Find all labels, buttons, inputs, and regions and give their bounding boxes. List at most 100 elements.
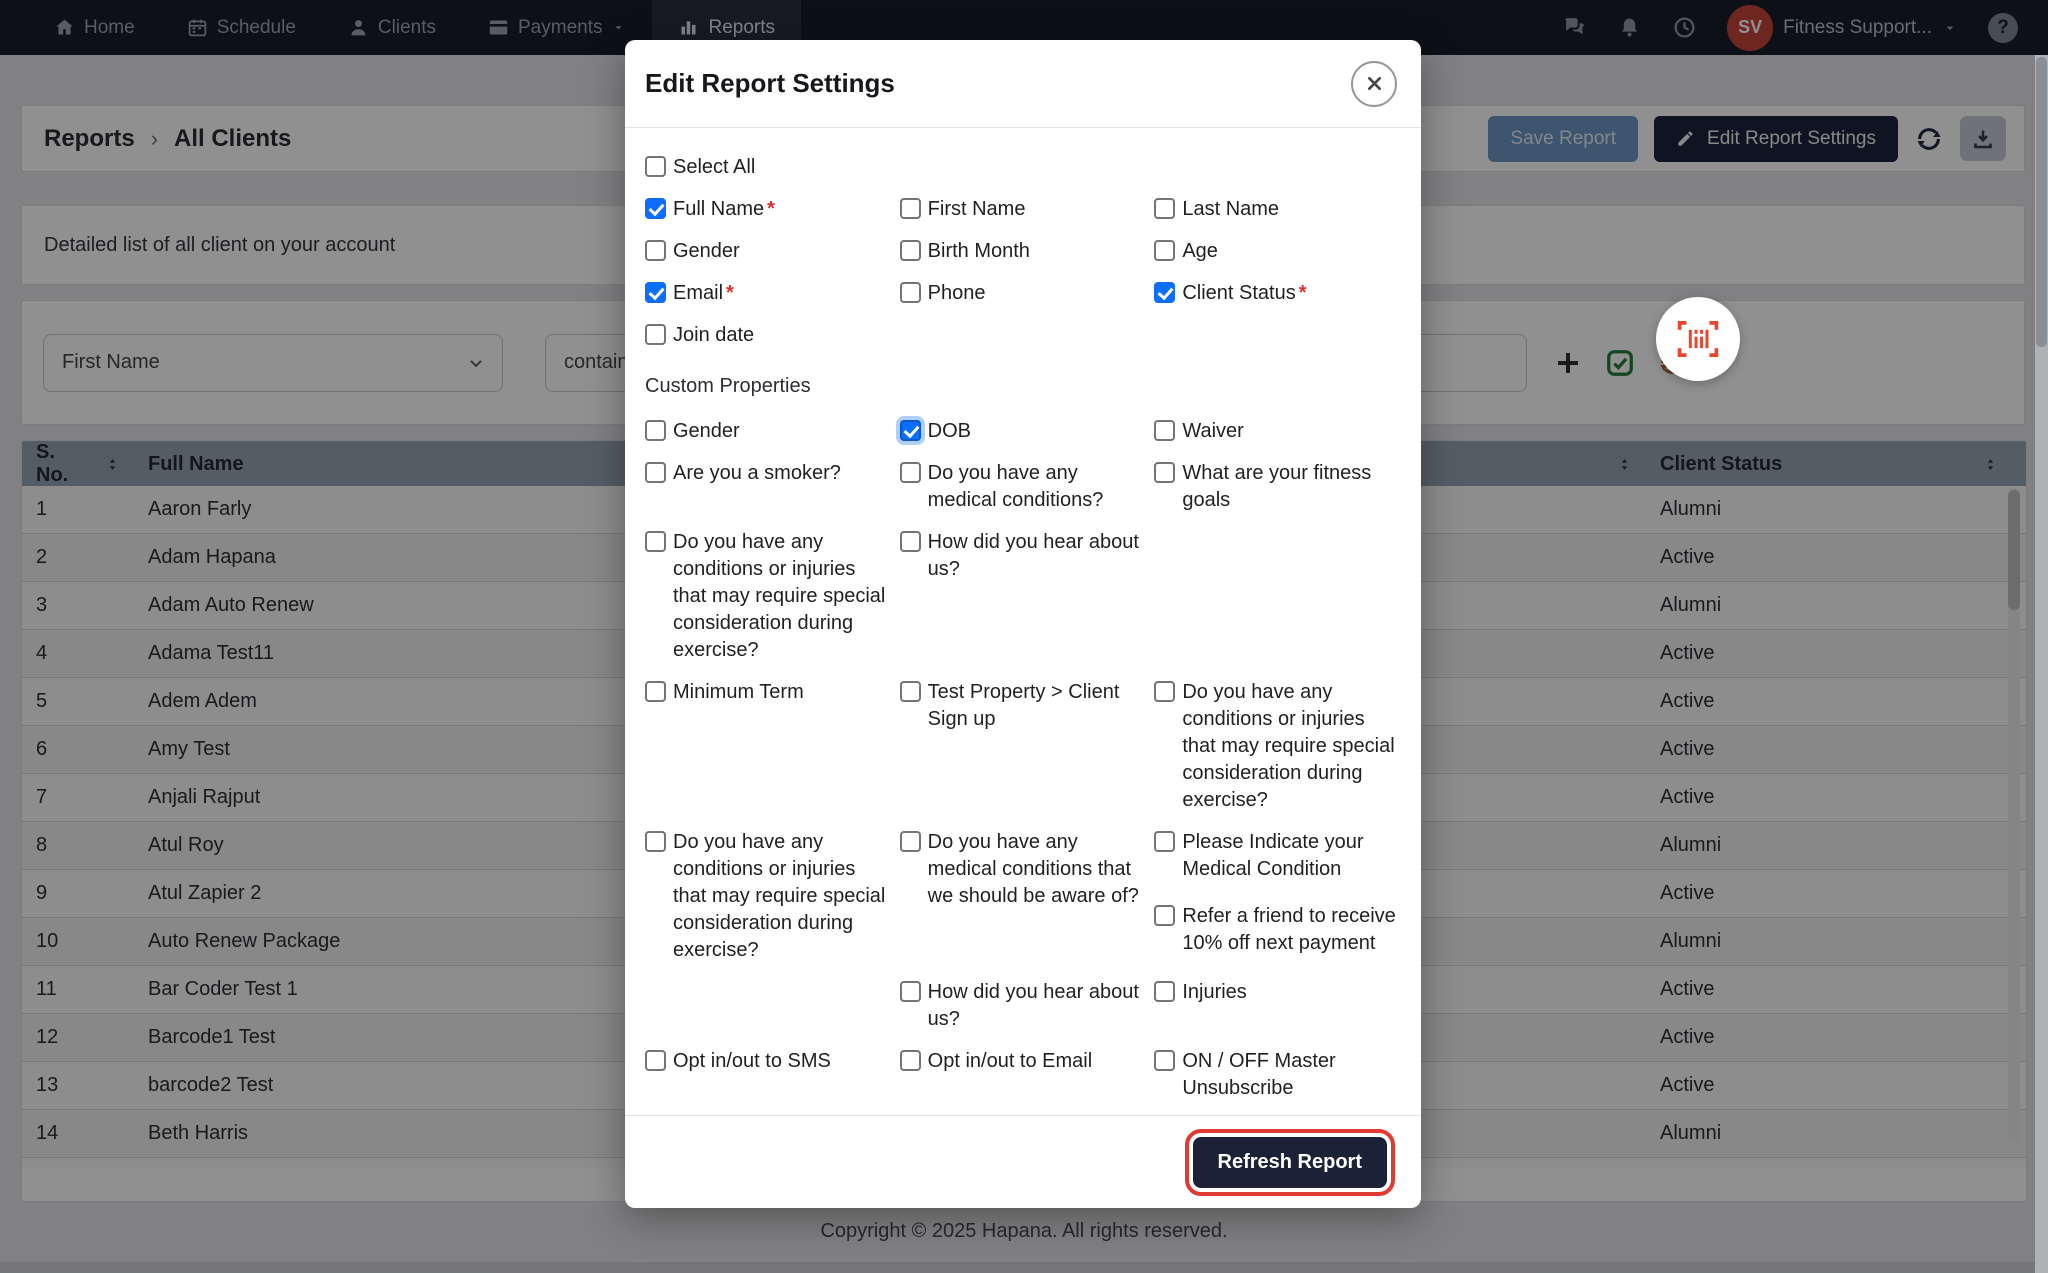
required-asterisk: *: [726, 282, 734, 304]
checkbox-label: Age: [1182, 238, 1218, 265]
checkbox-dob[interactable]: DOB: [900, 418, 1145, 445]
checkbox-label: Phone: [928, 280, 986, 307]
field-row: Email* Phone Client Status*: [645, 280, 1401, 307]
checkbox-box: [1154, 681, 1175, 702]
field-row: How did you hear about us? Injuries: [645, 979, 1401, 1033]
checkbox-label: Injuries: [1182, 979, 1246, 1006]
checkbox-client-status[interactable]: Client Status*: [1154, 280, 1399, 307]
checkbox-first-name[interactable]: First Name: [900, 196, 1145, 223]
page-scrollbar-thumb[interactable]: [2036, 57, 2047, 347]
checkbox-box: [900, 681, 921, 702]
checkbox-box: [645, 324, 666, 345]
checkbox-conditions-injuries-3[interactable]: Do you have any conditions or injuries t…: [645, 829, 890, 964]
checkbox-refer-friend[interactable]: Refer a friend to receive 10% off next p…: [1154, 903, 1399, 957]
checkbox-label: How did you hear about us?: [928, 529, 1145, 583]
edit-report-settings-modal: Edit Report Settings Select All Full Nam…: [625, 40, 1421, 1208]
checkbox-box: [900, 240, 921, 261]
checkbox-gender[interactable]: Gender: [645, 238, 890, 265]
checkbox-label: Do you have any conditions or injuries t…: [673, 829, 890, 964]
checkbox-label: First Name: [928, 196, 1026, 223]
checkbox-box: [900, 198, 921, 219]
checkbox-smoker[interactable]: Are you a smoker?: [645, 460, 890, 514]
checkbox-medical-aware[interactable]: Do you have any medical conditions that …: [900, 829, 1145, 964]
checkbox-join-date[interactable]: Join date: [645, 322, 890, 349]
checkbox-label: Opt in/out to SMS: [673, 1048, 831, 1075]
field-row: Join date: [645, 322, 1401, 349]
checkbox-full-name[interactable]: Full Name*: [645, 196, 890, 223]
checkbox-box: [1154, 198, 1175, 219]
stacked-cell: Please Indicate your Medical Condition R…: [1154, 829, 1401, 964]
checkbox-box: [900, 420, 921, 441]
checkbox-box: [645, 681, 666, 702]
checkbox-box: [1154, 282, 1175, 303]
checkbox-label: Opt in/out to Email: [928, 1048, 1093, 1075]
modal-footer: Refresh Report: [625, 1115, 1421, 1208]
checkbox-phone[interactable]: Phone: [900, 280, 1145, 307]
checkbox-label: Last Name: [1182, 196, 1279, 223]
field-row: Select All: [645, 154, 1401, 181]
field-row: Are you a smoker? Do you have any medica…: [645, 460, 1401, 514]
checkbox-minimum-term[interactable]: Minimum Term: [645, 679, 890, 814]
checkbox-fitness-goals[interactable]: What are your fitness goals: [1154, 460, 1399, 514]
checkbox-label: Minimum Term: [673, 679, 804, 706]
checkbox-label: Do you have any medical conditions?: [928, 460, 1145, 514]
refresh-report-button[interactable]: Refresh Report: [1193, 1137, 1387, 1188]
checkbox-master-unsubscribe[interactable]: ON / OFF Master Unsubscribe: [1154, 1048, 1399, 1102]
checkbox-label: Test Property > Client Sign up: [928, 679, 1145, 733]
empty-cell: [1154, 529, 1401, 664]
checkbox-box: [645, 1050, 666, 1071]
checkbox-label: What are your fitness goals: [1182, 460, 1399, 514]
checkbox-box: [900, 981, 921, 1002]
checkbox-label: Gender: [673, 418, 740, 445]
field-row: Gender Birth Month Age: [645, 238, 1401, 265]
checkbox-box: [1154, 831, 1175, 852]
checkbox-label: DOB: [928, 418, 971, 445]
checkbox-box: [900, 531, 921, 552]
checkbox-box: [645, 282, 666, 303]
checkbox-label: Full Name*: [673, 196, 775, 223]
checkbox-conditions-injuries-1[interactable]: Do you have any conditions or injuries t…: [645, 529, 890, 664]
checkbox-label: Do you have any conditions or injuries t…: [673, 529, 890, 664]
checkbox-label: Do you have any conditions or injuries t…: [1182, 679, 1399, 814]
checkbox-label: Gender: [673, 238, 740, 265]
checkbox-birth-month[interactable]: Birth Month: [900, 238, 1145, 265]
app-screen: Home Schedule Clients Payments Reports: [0, 0, 2048, 1273]
checkbox-label: Select All: [673, 154, 755, 181]
required-asterisk: *: [1299, 282, 1307, 304]
custom-properties-heading: Custom Properties: [645, 375, 1401, 398]
checkbox-select-all[interactable]: Select All: [645, 154, 890, 181]
field-row: Do you have any conditions or injuries t…: [645, 829, 1401, 964]
checkbox-label: Client Status*: [1182, 280, 1306, 307]
checkbox-email[interactable]: Email*: [645, 280, 890, 307]
checkbox-conditions-injuries-2[interactable]: Do you have any conditions or injuries t…: [1154, 679, 1399, 814]
checkbox-box: [1154, 905, 1175, 926]
checkbox-box: [645, 531, 666, 552]
checkbox-box: [900, 462, 921, 483]
checkbox-waiver[interactable]: Waiver: [1154, 418, 1399, 445]
checkbox-custom-gender[interactable]: Gender: [645, 418, 890, 445]
checkbox-medical-conditions[interactable]: Do you have any medical conditions?: [900, 460, 1145, 514]
checkbox-opt-sms[interactable]: Opt in/out to SMS: [645, 1048, 890, 1102]
modal-close-button[interactable]: [1351, 61, 1397, 107]
checkbox-last-name[interactable]: Last Name: [1154, 196, 1399, 223]
close-icon: [1365, 74, 1384, 93]
field-row: Gender DOB Waiver: [645, 418, 1401, 445]
checkbox-label: Do you have any medical conditions that …: [928, 829, 1145, 910]
checkbox-box: [1154, 1050, 1175, 1071]
checkbox-test-property[interactable]: Test Property > Client Sign up: [900, 679, 1145, 814]
checkbox-injuries[interactable]: Injuries: [1154, 979, 1399, 1033]
checkbox-label: ON / OFF Master Unsubscribe: [1182, 1048, 1399, 1102]
checkbox-box: [1154, 981, 1175, 1002]
checkbox-box: [1154, 240, 1175, 261]
checkbox-indicate-medical[interactable]: Please Indicate your Medical Condition: [1154, 829, 1399, 883]
empty-cell: [645, 979, 892, 1033]
barcode-scan-button[interactable]: [1656, 297, 1740, 381]
field-row: Opt in/out to SMS Opt in/out to Email ON…: [645, 1048, 1401, 1102]
checkbox-hear-about-us-2[interactable]: How did you hear about us?: [900, 979, 1145, 1033]
checkbox-hear-about-us-1[interactable]: How did you hear about us?: [900, 529, 1145, 664]
checkbox-label: Birth Month: [928, 238, 1030, 265]
page-scrollbar[interactable]: [2035, 55, 2048, 1273]
checkbox-label: Email*: [673, 280, 734, 307]
checkbox-age[interactable]: Age: [1154, 238, 1399, 265]
checkbox-opt-email[interactable]: Opt in/out to Email: [900, 1048, 1145, 1102]
